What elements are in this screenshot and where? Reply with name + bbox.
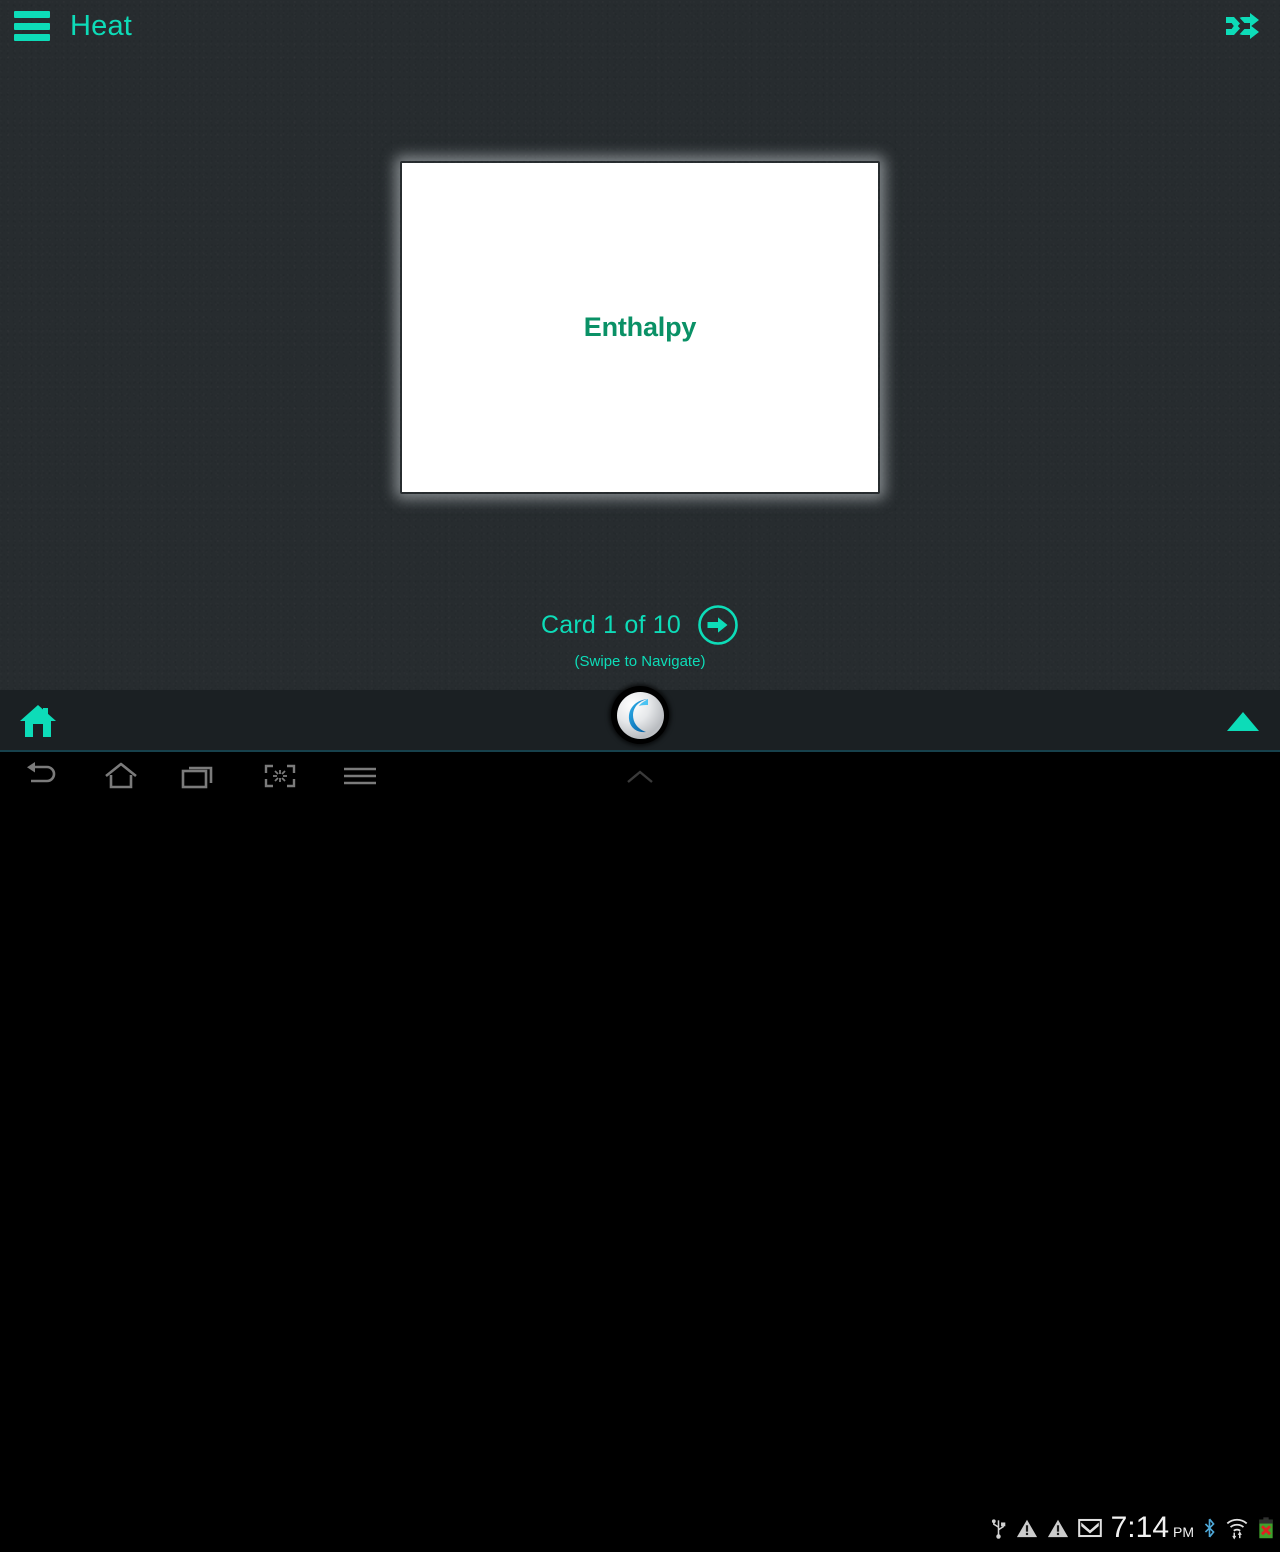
chevron-up-icon[interactable]: [619, 760, 661, 792]
back-nav-icon[interactable]: [21, 760, 63, 792]
usb-icon: [991, 1519, 1005, 1539]
battery-error-icon: [1259, 1517, 1273, 1539]
warning-triangle-icon: [1016, 1519, 1037, 1538]
app-logo-disc: [616, 691, 664, 739]
capture-nav-icon[interactable]: [259, 760, 301, 792]
app-header: Heat: [0, 0, 1280, 56]
hamburger-bar: [14, 34, 50, 41]
triangle-up-icon[interactable]: [1225, 709, 1261, 733]
bluetooth-icon: [1204, 1518, 1215, 1538]
home-icon[interactable]: [19, 703, 57, 739]
home-nav-icon[interactable]: [100, 760, 142, 792]
shuffle-icon[interactable]: [1222, 9, 1262, 43]
android-navigation-bar: 7:14 PM: [0, 752, 1280, 1544]
hamburger-bar: [14, 11, 50, 18]
recents-nav-icon[interactable]: [179, 760, 221, 792]
flashcard[interactable]: Enthalpy: [400, 161, 880, 494]
wifi-transfer-icon: [1226, 1518, 1248, 1540]
flashcard-term: Enthalpy: [583, 312, 697, 342]
arrow-right-circle-icon[interactable]: [697, 604, 739, 646]
status-clock: 7:14 PM: [1111, 1511, 1194, 1545]
menu-nav-icon[interactable]: [339, 760, 381, 792]
clock-ampm: PM: [1173, 1524, 1194, 1540]
swipe-hint-label: (Swipe to Navigate): [574, 653, 706, 670]
status-tray: 7:14 PM: [990, 1504, 1280, 1552]
flashcard-face[interactable]: Enthalpy: [402, 163, 878, 492]
warning-triangle-icon: [1047, 1519, 1068, 1538]
clock-time: 7:14: [1110, 1511, 1169, 1544]
app-logo-crescent-icon[interactable]: [611, 686, 669, 744]
app-viewport: Heat Enthalpy Card 1 of 10 (Swipe to Nav…: [0, 0, 1280, 752]
page-title: Heat: [70, 10, 133, 42]
hamburger-bar: [14, 22, 50, 30]
gmail-envelope-icon: [1077, 1518, 1102, 1538]
card-counter-label: Card 1 of 10: [541, 610, 681, 639]
hamburger-menu-icon[interactable]: [14, 9, 50, 43]
card-navigation: Card 1 of 10: [0, 604, 1280, 646]
